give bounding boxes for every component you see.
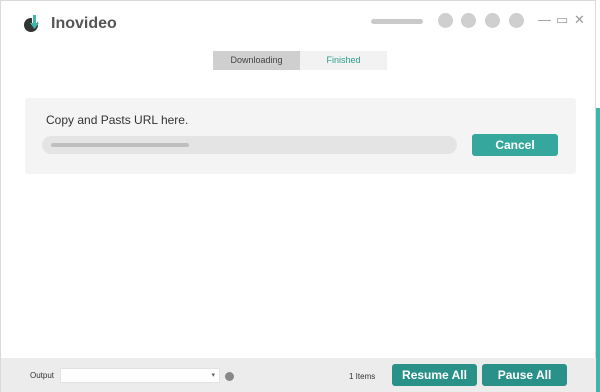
window-edge-accent xyxy=(596,108,600,392)
chevron-down-icon[interactable]: ▾ xyxy=(211,371,215,379)
output-label: Output xyxy=(30,371,55,380)
url-progress-fill xyxy=(51,143,189,147)
resume-all-button[interactable]: Resume All xyxy=(392,364,477,386)
url-input[interactable] xyxy=(42,136,457,154)
drag-handle[interactable] xyxy=(371,19,423,24)
close-icon[interactable]: ✕ xyxy=(574,12,585,28)
bottom-bar: Output ▾ 1 Items Resume All Pause All xyxy=(1,358,597,392)
tab-finished[interactable]: Finished xyxy=(300,51,387,70)
tab-downloading[interactable]: Downloading xyxy=(213,51,300,70)
toolbar-circle-button-4[interactable] xyxy=(509,13,524,28)
toolbar-circle-button-1[interactable] xyxy=(438,13,453,28)
minimize-icon[interactable]: — xyxy=(538,12,551,28)
items-count: 1 Items xyxy=(349,372,376,381)
output-folder-select[interactable]: ▾ xyxy=(60,368,220,383)
pause-all-button[interactable]: Pause All xyxy=(482,364,567,386)
title-bar: Inovideo — ▭ ✕ xyxy=(1,1,595,43)
toolbar-circle-button-3[interactable] xyxy=(485,13,500,28)
app-window: Inovideo — ▭ ✕ Downloading Finished Copy… xyxy=(0,0,597,392)
url-input-panel: Copy and Pasts URL here. Cancel xyxy=(25,98,576,174)
maximize-icon[interactable]: ▭ xyxy=(556,12,568,28)
tab-bar: Downloading Finished xyxy=(213,51,387,70)
url-prompt-label: Copy and Pasts URL here. xyxy=(46,113,189,127)
app-title: Inovideo xyxy=(51,15,117,32)
status-indicator-icon xyxy=(225,372,234,381)
inovideo-logo-icon xyxy=(24,15,39,32)
cancel-button[interactable]: Cancel xyxy=(472,134,558,156)
toolbar-circle-button-2[interactable] xyxy=(461,13,476,28)
